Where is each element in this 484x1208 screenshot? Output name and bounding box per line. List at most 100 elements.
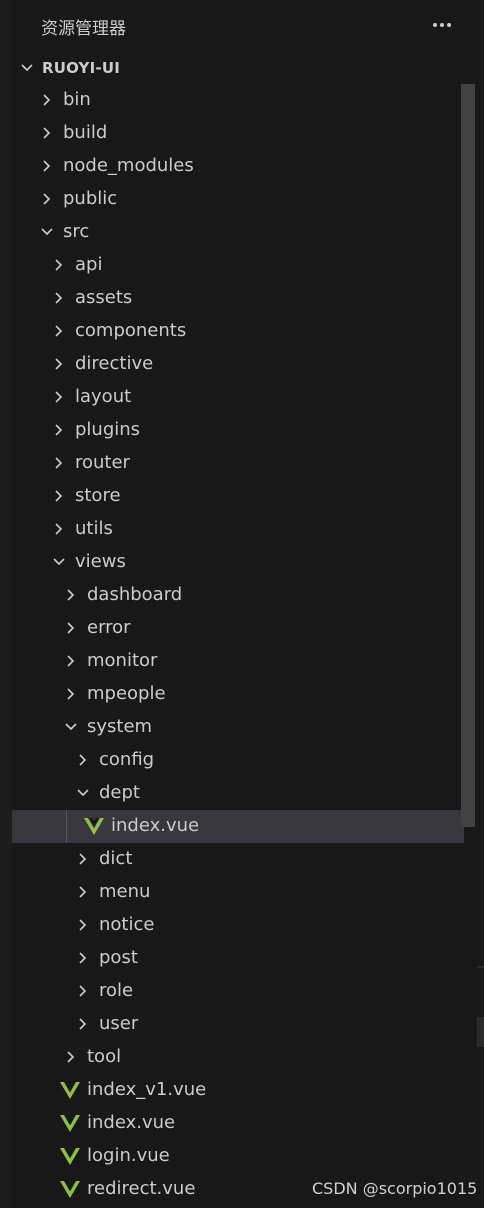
tree-folder-post[interactable]: post: [12, 942, 464, 975]
chevron-down-icon: [38, 216, 54, 249]
explorer-panel: 资源管理器 RUOYI-UI bin build node_modulespubli…: [0, 0, 484, 1208]
tree-folder-system[interactable]: system: [12, 711, 464, 744]
tree-folder-config[interactable]: config: [12, 744, 464, 777]
chevron-right-icon: [38, 84, 54, 117]
scrollbar-thumb[interactable]: [461, 84, 475, 827]
tree-folder-api[interactable]: api: [12, 249, 464, 282]
folder-label: dashboard: [87, 584, 183, 605]
file-label: login.vue: [87, 1145, 170, 1166]
tree-folder-user[interactable]: user: [12, 1008, 464, 1041]
folder-label: layout: [75, 386, 132, 407]
tree-file-item[interactable]: index.vue: [12, 810, 464, 843]
tree-folder-dashboard[interactable]: dashboard: [12, 579, 464, 612]
ellipsis-icon-dot: [440, 23, 444, 27]
folder-label: node_modules: [63, 155, 194, 176]
workspace-section-header[interactable]: RUOYI-UI: [12, 53, 484, 83]
folder-label: components: [75, 320, 187, 341]
tree-folder-assets[interactable]: assets: [12, 282, 464, 315]
vue-file-icon: [84, 810, 106, 843]
folder-label: directive: [75, 353, 154, 374]
folder-label: user: [99, 1013, 139, 1034]
tree-folder-mpeople[interactable]: mpeople: [12, 678, 464, 711]
folder-label: error: [87, 617, 131, 638]
tree-file-item[interactable]: index_v1.vue: [12, 1074, 464, 1107]
chevron-down-icon: [20, 53, 36, 83]
folder-label: system: [87, 716, 153, 737]
more-actions-button[interactable]: [428, 12, 456, 38]
chevron-right-icon: [38, 117, 54, 150]
tree-file-item[interactable]: login.vue: [12, 1140, 464, 1173]
tree-file-item[interactable]: index.vue: [12, 1107, 464, 1140]
folder-label: menu: [99, 881, 151, 902]
tree-folder-bin[interactable]: bin: [12, 84, 464, 117]
tree-folder-utils[interactable]: utils: [12, 513, 464, 546]
scroll-marker: [477, 966, 484, 968]
chevron-right-icon: [74, 975, 90, 1008]
tree-folder-components[interactable]: components: [12, 315, 464, 348]
folder-label: notice: [99, 914, 155, 935]
tree-folder-error[interactable]: error: [12, 612, 464, 645]
chevron-down-icon: [74, 777, 90, 810]
folder-label: build: [63, 122, 108, 143]
ellipsis-icon: [433, 23, 437, 27]
tree-folder-role[interactable]: role: [12, 975, 464, 1008]
folder-label: dept: [99, 782, 140, 803]
file-label: index.vue: [87, 1112, 176, 1133]
chevron-right-icon: [38, 150, 54, 183]
chevron-down-icon: [50, 546, 66, 579]
tree-folder-plugins[interactable]: plugins: [12, 414, 464, 447]
chevron-right-icon: [50, 249, 66, 282]
folder-label: src: [63, 221, 90, 242]
tree-folder-build[interactable]: build: [12, 117, 464, 150]
tree-folder-src[interactable]: src: [12, 216, 464, 249]
folder-label: router: [75, 452, 130, 473]
chevron-right-icon: [74, 876, 90, 909]
watermark: CSDN @scorpio1015: [312, 1179, 478, 1198]
folder-label: plugins: [75, 419, 141, 440]
file-label: index.vue: [111, 815, 200, 836]
folder-label: tool: [87, 1046, 122, 1067]
chevron-right-icon: [74, 843, 90, 876]
folder-label: views: [75, 551, 126, 572]
folder-label: assets: [75, 287, 133, 308]
explorer-title: 资源管理器: [41, 19, 126, 39]
chevron-right-icon: [50, 381, 66, 414]
chevron-right-icon: [50, 414, 66, 447]
tree-folder-dict[interactable]: dict: [12, 843, 464, 876]
chevron-right-icon: [74, 1008, 90, 1041]
folder-label: config: [99, 749, 155, 770]
activity-edge: [0, 0, 12, 1208]
vue-file-icon: [60, 1107, 82, 1140]
chevron-right-icon: [50, 480, 66, 513]
file-label: index_v1.vue: [87, 1079, 207, 1100]
tree-folder-dept[interactable]: dept: [12, 777, 464, 810]
chevron-right-icon: [74, 909, 90, 942]
folder-label: public: [63, 188, 118, 209]
chevron-right-icon: [74, 942, 90, 975]
folder-label: bin: [63, 89, 91, 110]
tree-folder-node_modules[interactable]: node_modules: [12, 150, 464, 183]
tree-folder-views[interactable]: views: [12, 546, 464, 579]
file-label: redirect.vue: [87, 1178, 196, 1199]
chevron-right-icon: [74, 744, 90, 777]
folder-label: role: [99, 980, 134, 1001]
chevron-right-icon: [50, 282, 66, 315]
tree-folder-router[interactable]: router: [12, 447, 464, 480]
tree-folder-directive[interactable]: directive: [12, 348, 464, 381]
tree-folder-layout[interactable]: layout: [12, 381, 464, 414]
chevron-right-icon: [50, 348, 66, 381]
chevron-down-icon: [62, 711, 78, 744]
chevron-right-icon: [62, 579, 78, 612]
workspace-name: RUOYI-UI: [42, 59, 120, 77]
tree-folder-public[interactable]: public: [12, 183, 464, 216]
tree-folder-tool[interactable]: tool: [12, 1041, 464, 1074]
tree-folder-store[interactable]: store: [12, 480, 464, 513]
tree-folder-menu[interactable]: menu: [12, 876, 464, 909]
folder-label: dict: [99, 848, 133, 869]
folder-label: api: [75, 254, 103, 275]
chevron-right-icon: [38, 183, 54, 216]
folder-label: store: [75, 485, 121, 506]
tree-folder-monitor[interactable]: monitor: [12, 645, 464, 678]
tree-folder-notice[interactable]: notice: [12, 909, 464, 942]
folder-label: mpeople: [87, 683, 166, 704]
